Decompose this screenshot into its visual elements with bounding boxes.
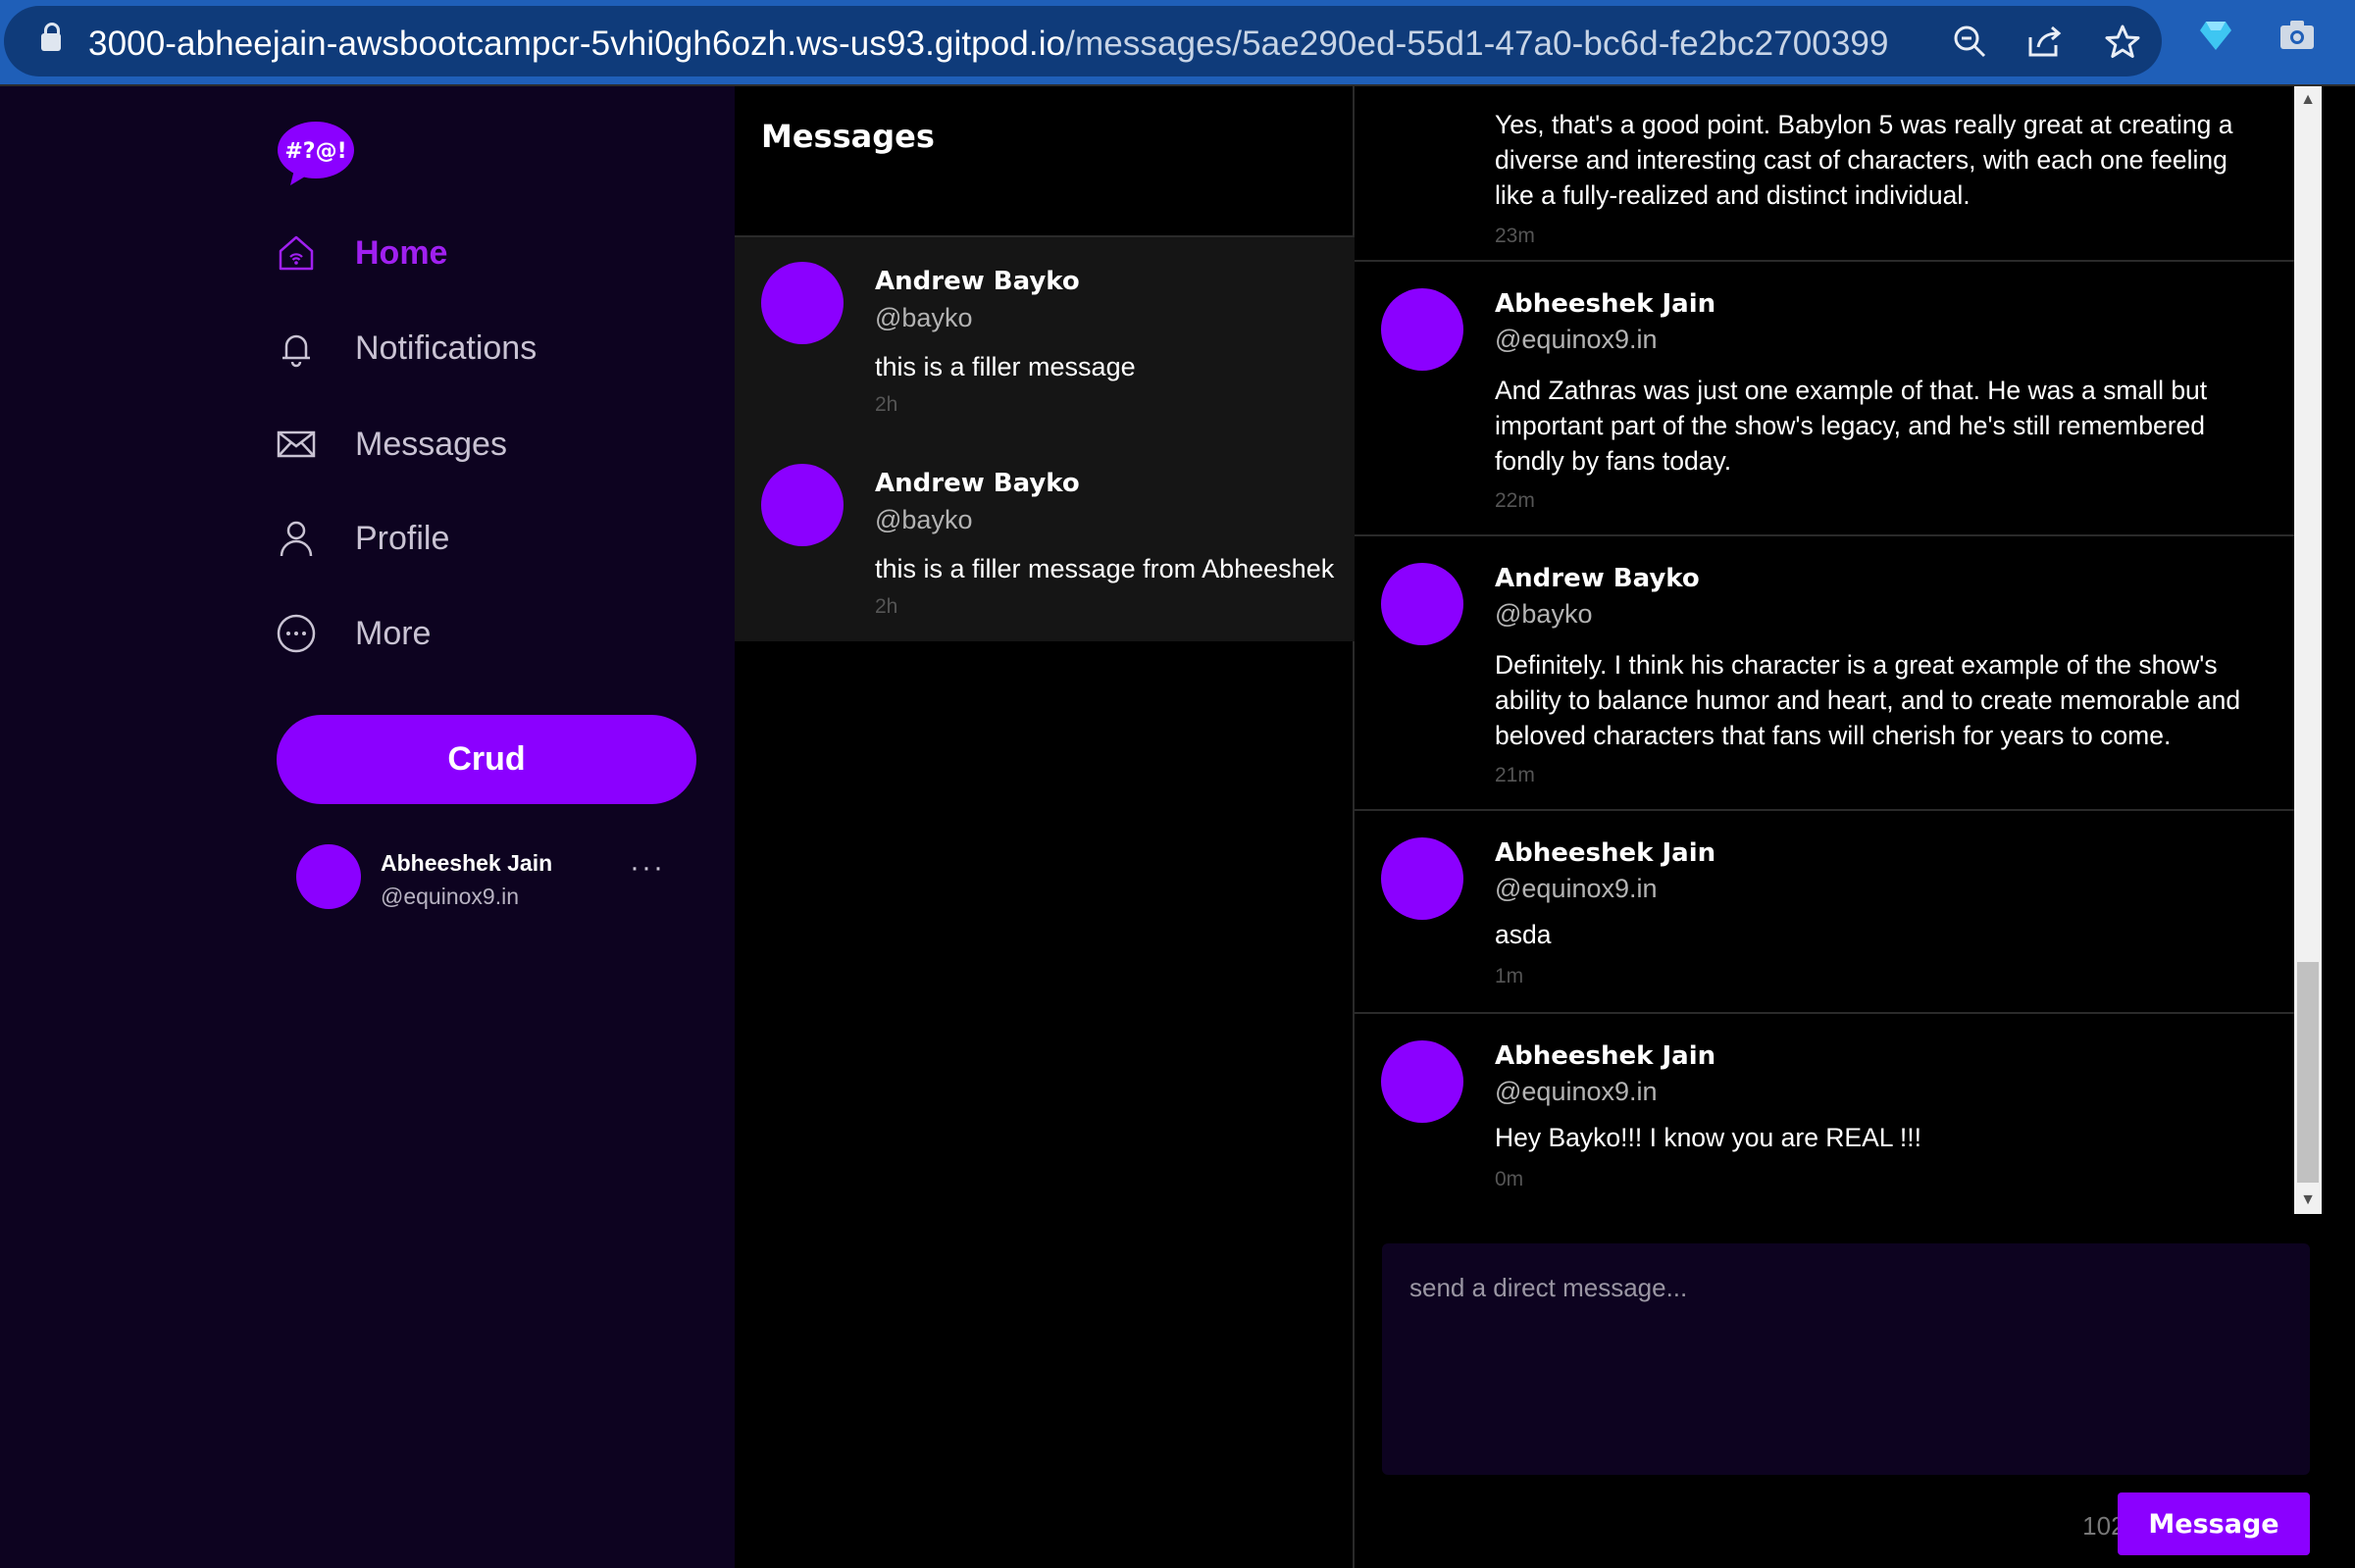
message-author: Abheeshek Jain bbox=[1495, 838, 1716, 868]
message-thread: Yes, that's a good point. Babylon 5 was … bbox=[1355, 86, 2355, 1568]
conversation-handle: @bayko bbox=[875, 505, 973, 534]
avatar bbox=[1381, 288, 1463, 371]
scroll-up-icon[interactable]: ▲ bbox=[2294, 86, 2322, 114]
message-list[interactable]: Yes, that's a good point. Babylon 5 was … bbox=[1355, 86, 2294, 1214]
home-icon bbox=[277, 233, 316, 273]
browser-toolbar: 3000-abheejain-awsbootcampcr-5vhi0gh6ozh… bbox=[0, 0, 2355, 86]
more-circle-icon bbox=[277, 614, 316, 653]
conversation-handle: @bayko bbox=[875, 303, 973, 332]
scroll-down-icon[interactable]: ▼ bbox=[2294, 1187, 2322, 1214]
url-text[interactable]: 3000-abheejain-awsbootcampcr-5vhi0gh6ozh… bbox=[88, 25, 1889, 64]
current-user-name: Abheeshek Jain bbox=[381, 850, 553, 876]
message-text: asda bbox=[1495, 920, 1552, 949]
page-title: Messages bbox=[761, 118, 935, 155]
avatar bbox=[1381, 837, 1463, 920]
message-item: Abheeshek Jain @equinox9.in Hey Bayko!!!… bbox=[1355, 1014, 2294, 1214]
nav-notifications-label: Notifications bbox=[355, 329, 538, 367]
bell-icon bbox=[277, 329, 316, 368]
avatar bbox=[1381, 1040, 1463, 1123]
message-time: 1m bbox=[1495, 965, 1524, 987]
message-text: Yes, that's a good point. Babylon 5 was … bbox=[1495, 110, 2233, 210]
avatar bbox=[1381, 563, 1463, 645]
message-handle: @bayko bbox=[1495, 599, 1593, 629]
nav-more-label: More bbox=[355, 614, 432, 652]
nav-home[interactable]: Home bbox=[277, 226, 447, 280]
message-item: Abheeshek Jain @equinox9.in And Zathras … bbox=[1355, 262, 2294, 536]
message-time: 21m bbox=[1495, 764, 1535, 786]
brand-logo[interactable]: #?@! bbox=[277, 121, 355, 185]
nav-home-label: Home bbox=[355, 233, 448, 272]
message-time: 0m bbox=[1495, 1168, 1524, 1190]
mail-icon bbox=[277, 425, 316, 464]
nav-notifications[interactable]: Notifications bbox=[277, 321, 537, 376]
message-author: Andrew Bayko bbox=[1495, 564, 1700, 593]
message-item: Andrew Bayko @bayko Definitely. I think … bbox=[1355, 536, 2294, 811]
conversation-list: Messages Andrew Bayko @bayko this is a f… bbox=[735, 86, 1355, 1568]
extension-icon[interactable] bbox=[2196, 18, 2235, 57]
message-time: 22m bbox=[1495, 489, 1535, 512]
avatar bbox=[761, 262, 844, 344]
nav-more[interactable]: More bbox=[277, 606, 431, 661]
conversation-name: Andrew Bayko bbox=[875, 469, 1080, 498]
crud-button[interactable]: Crud bbox=[277, 715, 696, 804]
message-time: 23m bbox=[1495, 225, 1535, 247]
nav-messages-label: Messages bbox=[355, 425, 507, 463]
share-icon[interactable] bbox=[2025, 24, 2065, 63]
zoom-icon[interactable] bbox=[1950, 24, 1989, 63]
send-message-button[interactable]: Message bbox=[2118, 1492, 2310, 1555]
message-handle: @equinox9.in bbox=[1495, 1077, 1658, 1106]
user-menu-button[interactable]: ··· bbox=[630, 853, 679, 883]
scrollbar[interactable]: ▲ ▼ bbox=[2294, 86, 2322, 1214]
avatar bbox=[296, 844, 361, 909]
message-author: Abheeshek Jain bbox=[1495, 1041, 1716, 1071]
address-bar[interactable]: 3000-abheejain-awsbootcampcr-5vhi0gh6ozh… bbox=[4, 6, 2162, 76]
message-text: And Zathras was just one example of that… bbox=[1495, 376, 2208, 476]
nav-profile-label: Profile bbox=[355, 519, 450, 557]
sidebar: #?@! Home Notifications Messages Profile… bbox=[0, 86, 735, 1568]
current-user-card[interactable]: Abheeshek Jain @equinox9.in ··· bbox=[296, 844, 689, 923]
message-item: Abheeshek Jain @equinox9.in asda 1m bbox=[1355, 811, 2294, 1014]
user-icon bbox=[277, 519, 316, 558]
message-handle: @equinox9.in bbox=[1495, 874, 1658, 903]
message-text: Hey Bayko!!! I know you are REAL !!! bbox=[1495, 1123, 1921, 1152]
scrollbar-thumb[interactable] bbox=[2297, 962, 2319, 1183]
message-composer bbox=[1382, 1243, 2310, 1475]
logo-text: #?@! bbox=[284, 139, 346, 164]
conversation-name: Andrew Bayko bbox=[875, 267, 1080, 296]
conversation-item[interactable]: Andrew Bayko @bayko this is a filler mes… bbox=[735, 237, 1355, 439]
avatar bbox=[761, 464, 844, 546]
conversation-time: 2h bbox=[875, 393, 898, 416]
conversation-preview: this is a filler message bbox=[875, 352, 1136, 381]
current-user-handle: @equinox9.in bbox=[381, 884, 519, 909]
nav-profile[interactable]: Profile bbox=[277, 511, 449, 566]
message-text: Definitely. I think his character is a g… bbox=[1495, 650, 2241, 750]
message-input[interactable] bbox=[1382, 1243, 2310, 1475]
conversation-time: 2h bbox=[875, 595, 898, 618]
conversation-item[interactable]: Andrew Bayko @bayko this is a filler mes… bbox=[735, 439, 1355, 641]
message-item: Yes, that's a good point. Babylon 5 was … bbox=[1355, 86, 2294, 262]
lock-icon[interactable] bbox=[41, 23, 61, 51]
message-handle: @equinox9.in bbox=[1495, 325, 1658, 354]
nav-messages[interactable]: Messages bbox=[277, 417, 507, 472]
message-author: Abheeshek Jain bbox=[1495, 289, 1716, 319]
star-icon[interactable] bbox=[2103, 24, 2142, 63]
conversation-preview: this is a filler message from Abheeshek bbox=[875, 554, 1335, 583]
camera-icon[interactable] bbox=[2278, 18, 2317, 57]
